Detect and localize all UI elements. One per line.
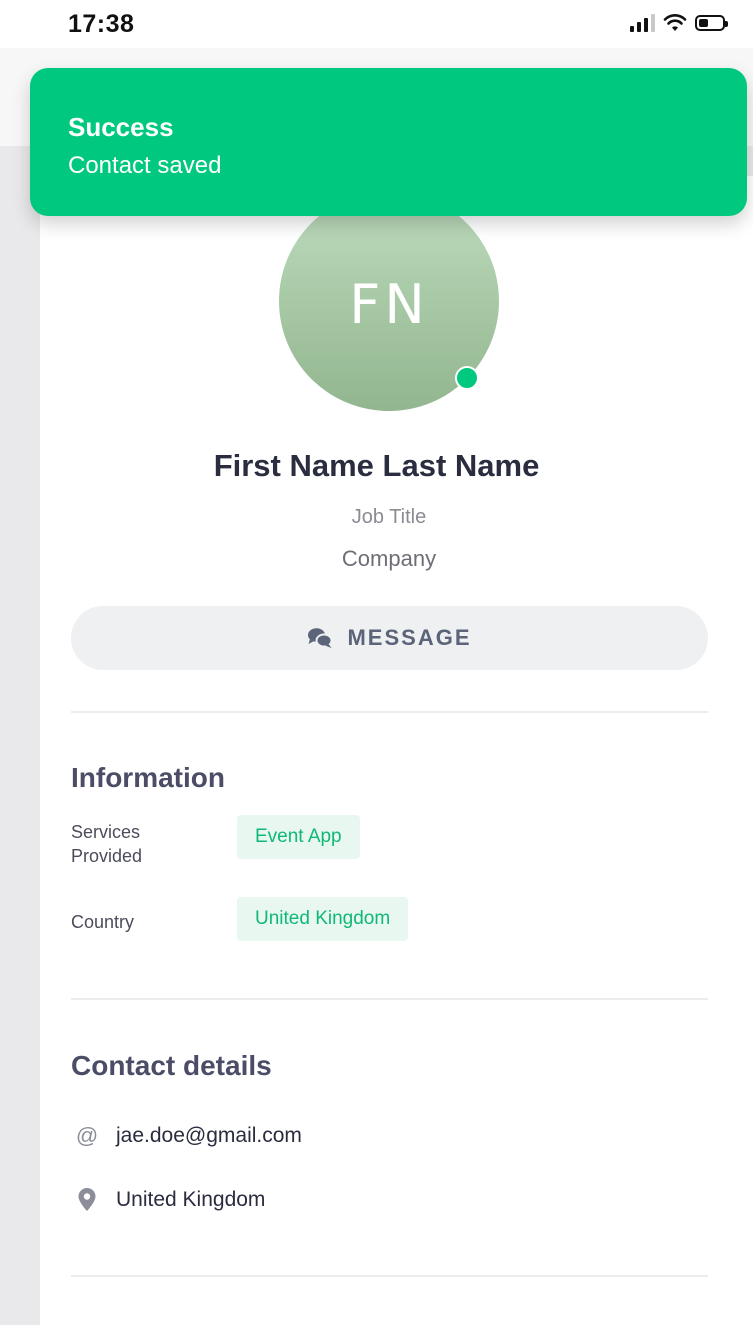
status-time: 17:38 — [68, 10, 135, 38]
toast-title: Success — [68, 112, 174, 142]
status-bar: 17:38 — [0, 0, 753, 48]
location-pin-icon — [74, 1188, 100, 1212]
job-title: Job Title — [351, 506, 427, 528]
info-label-services: Services Provided — [71, 822, 143, 866]
at-icon: @ — [75, 1123, 99, 1148]
contact-location-row: United Kingdom — [74, 1188, 265, 1212]
contact-details-title: Contact details — [71, 1050, 272, 1081]
message-button-label: MESSAGE — [347, 625, 472, 650]
info-label-country: Country — [71, 912, 135, 932]
divider — [71, 1275, 708, 1277]
online-status-dot — [455, 366, 479, 390]
contact-location: United Kingdom — [116, 1188, 266, 1211]
contact-email: jae.doe@gmail.com — [116, 1124, 302, 1147]
status-icons — [630, 14, 728, 32]
signal-icon — [630, 14, 655, 32]
divider — [71, 711, 708, 713]
information-title: Information — [71, 762, 225, 793]
message-button[interactable]: MESSAGE — [71, 606, 708, 670]
tag-country-value: United Kingdom — [237, 897, 409, 941]
divider — [71, 998, 708, 1000]
company-name: Company — [341, 546, 437, 571]
toast-message: Contact saved — [68, 152, 222, 179]
wifi-icon — [663, 14, 687, 31]
contact-email-row[interactable]: @ jae.doe@gmail.com — [74, 1123, 302, 1149]
tag-services-value: Event App — [237, 815, 360, 859]
avatar-initials: FN — [349, 272, 429, 336]
success-toast[interactable]: Success Contact saved — [30, 68, 747, 216]
contact-name: First Name Last Name — [213, 448, 540, 483]
chat-bubbles-icon — [308, 628, 333, 648]
battery-icon — [695, 15, 728, 31]
